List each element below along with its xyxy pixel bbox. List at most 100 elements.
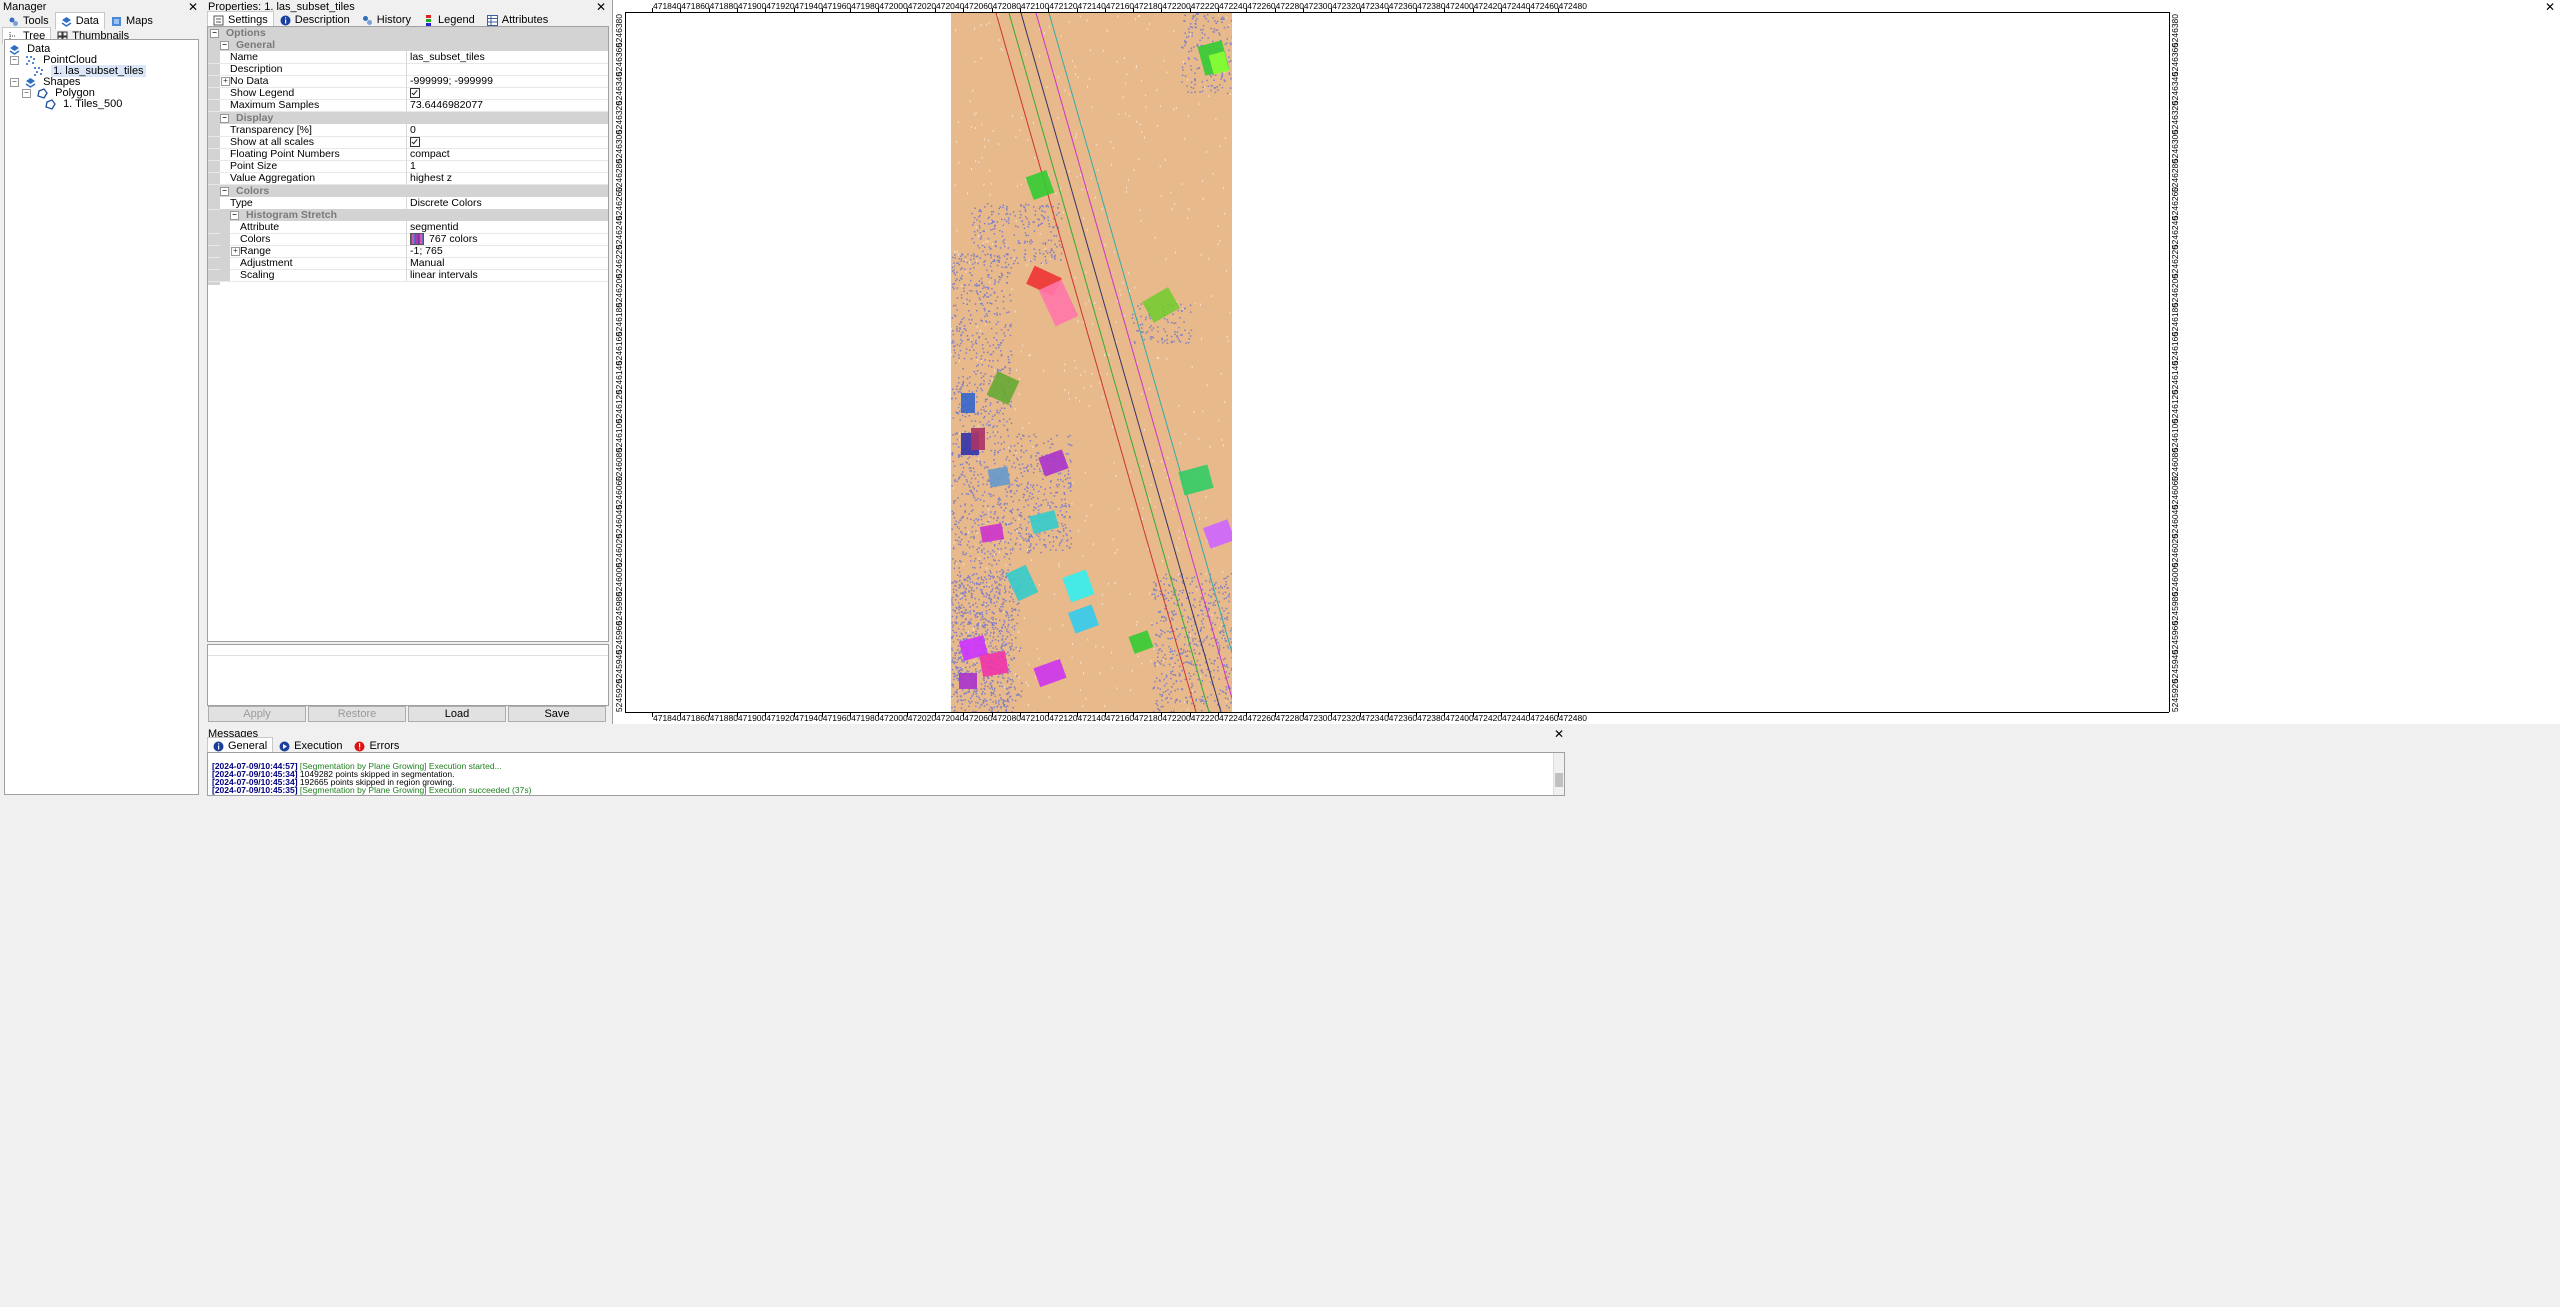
vegetation-point (982, 691, 984, 693)
vegetation-point (960, 258, 963, 260)
collapse-icon[interactable]: − (22, 88, 31, 98)
collapse-icon[interactable]: − (10, 55, 19, 65)
prop-scaling[interactable]: Scaling linear intervals (208, 269, 608, 282)
vegetation-point (1019, 216, 1021, 219)
ground-speckle (1002, 540, 1004, 543)
ground-speckle (1229, 93, 1231, 96)
vegetation-point (1214, 20, 1216, 22)
vegetation-point (1031, 240, 1033, 243)
vegetation-point (988, 216, 990, 219)
ground-speckle (1064, 389, 1066, 391)
save-button[interactable]: Save (508, 706, 606, 722)
vegetation-point (1033, 221, 1035, 223)
prop-value-aggregation[interactable]: Value Aggregation highest z (208, 172, 608, 185)
vegetation-point (1051, 530, 1053, 532)
apply-button[interactable]: Apply (208, 706, 306, 722)
vegetation-point (961, 703, 963, 705)
messages-close-icon[interactable]: ✕ (1554, 727, 1564, 741)
ground-speckle (1208, 257, 1210, 260)
vegetation-point (1153, 593, 1156, 595)
map-close-icon[interactable]: ✕ (2545, 0, 2555, 14)
ground-speckle (1019, 377, 1021, 380)
vegetation-point (982, 424, 984, 426)
vegetation-point (1215, 74, 1217, 76)
vegetation-point (971, 274, 973, 276)
ground-speckle (1116, 300, 1118, 303)
x-tick-mark (1472, 713, 1474, 717)
load-button[interactable]: Load (408, 706, 506, 722)
category-general[interactable]: − General (208, 39, 608, 51)
vegetation-point (979, 698, 981, 701)
expand-icon[interactable]: + (231, 247, 240, 256)
x-tick-label: 472180 (1134, 713, 1163, 723)
vegetation-point (1216, 29, 1219, 31)
expand-icon[interactable]: + (221, 77, 230, 86)
vegetation-point (1033, 248, 1036, 250)
vegetation-point (999, 610, 1001, 612)
vegetation-point (983, 705, 986, 707)
vegetation-point (1026, 527, 1028, 529)
tree-item-tiles-500[interactable]: 1. Tiles_500 (45, 96, 122, 112)
vegetation-point (1228, 706, 1230, 709)
vegetation-point (1006, 705, 1009, 707)
ground-speckle (980, 57, 982, 60)
collapse-icon[interactable]: − (220, 186, 229, 196)
vegetation-point (1183, 643, 1186, 646)
vegetation-point (971, 700, 973, 703)
collapse-icon[interactable]: − (10, 77, 19, 87)
collapse-icon[interactable]: − (220, 40, 229, 50)
vegetation-point (999, 540, 1002, 542)
point-cloud-canvas[interactable] (951, 13, 1232, 712)
show-legend-checkbox[interactable] (410, 88, 420, 99)
ground-speckle (1223, 444, 1224, 447)
vegetation-point (984, 309, 986, 312)
vegetation-point (1227, 647, 1230, 649)
collapse-icon[interactable]: − (210, 28, 219, 38)
ground-speckle (1219, 240, 1221, 243)
vegetation-point (1156, 644, 1158, 647)
category-histogram-stretch[interactable]: − Histogram Stretch (220, 209, 608, 221)
vegetation-point (959, 388, 961, 391)
ground-speckle (1083, 217, 1085, 220)
category-colors[interactable]: − Colors (208, 185, 608, 197)
log-scrollbar[interactable] (1553, 753, 1564, 795)
vegetation-point (1004, 644, 1007, 646)
vegetation-point (1005, 324, 1007, 326)
collapse-icon[interactable]: − (230, 210, 239, 220)
vegetation-point (1022, 434, 1025, 437)
ground-speckle (1032, 446, 1034, 448)
vegetation-point (997, 681, 999, 683)
vegetation-point (1009, 634, 1012, 636)
vegetation-point (1190, 663, 1192, 665)
vegetation-point (1037, 463, 1039, 465)
vegetation-point (954, 654, 956, 657)
category-display[interactable]: − Display (208, 112, 608, 124)
collapse-icon[interactable]: − (220, 113, 229, 123)
vegetation-point (955, 411, 957, 413)
manager-close-icon[interactable]: ✕ (188, 0, 198, 14)
vegetation-point (993, 624, 995, 626)
vegetation-point (1218, 587, 1220, 589)
vegetation-point (956, 615, 958, 618)
vegetation-point (1050, 443, 1053, 445)
color-palette-swatch[interactable] (410, 233, 424, 245)
ground-speckle (1178, 573, 1180, 576)
prop-maximum-samples[interactable]: Maximum Samples 73.6446982077 (208, 99, 608, 112)
legend-icon (426, 14, 432, 26)
vegetation-point (998, 701, 1000, 704)
properties-close-icon[interactable]: ✕ (596, 0, 606, 14)
vegetation-point (1227, 698, 1229, 700)
vegetation-point (993, 233, 996, 235)
vegetation-point (995, 587, 997, 589)
vegetation-point (986, 703, 988, 706)
vegetation-point (995, 323, 998, 325)
vegetation-point (958, 536, 960, 539)
restore-button[interactable]: Restore (308, 706, 406, 722)
vegetation-point (960, 517, 963, 519)
category-options[interactable]: − Options (208, 27, 608, 39)
vegetation-point (984, 254, 987, 256)
vegetation-point (1001, 606, 1004, 608)
vegetation-point (952, 604, 954, 606)
show-at-all-scales-checkbox[interactable] (410, 137, 420, 148)
x-tick-mark (1416, 713, 1418, 717)
